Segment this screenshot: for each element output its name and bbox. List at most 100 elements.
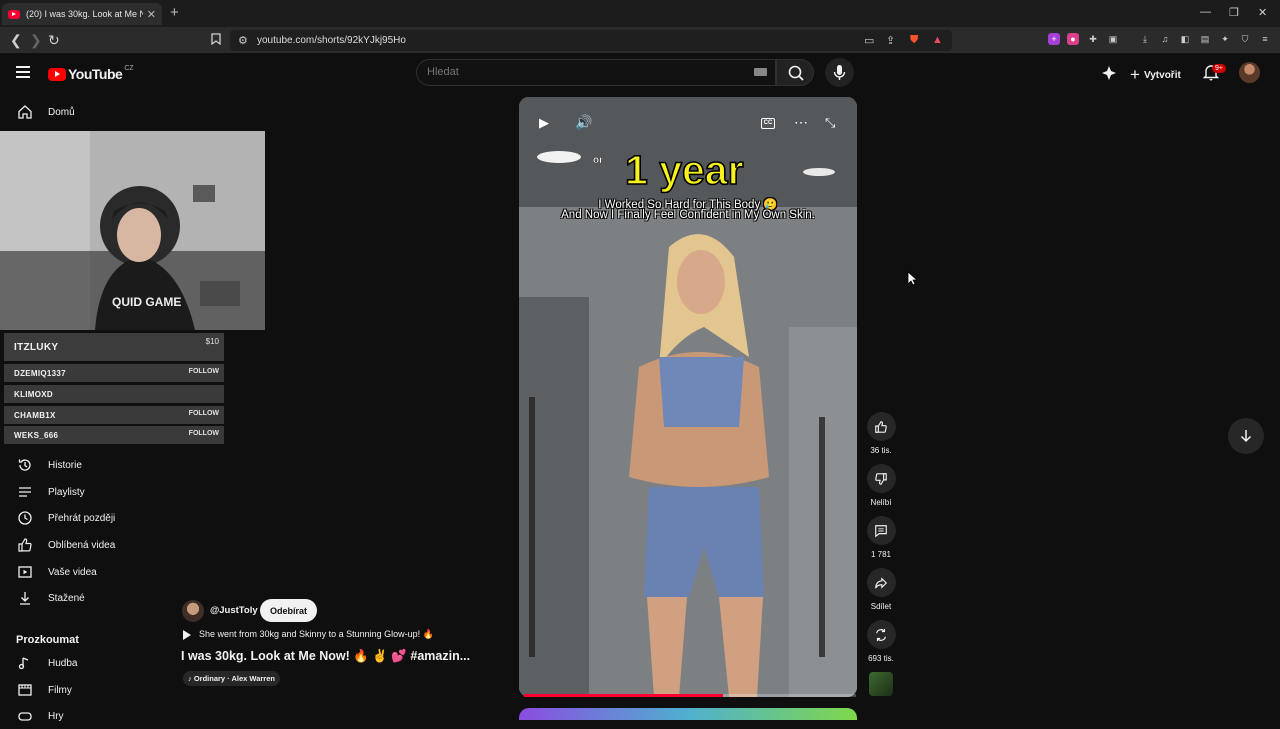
share-action[interactable]: Sdílet [866,568,896,611]
cast-icon[interactable]: ▭ [864,34,874,47]
video-description[interactable]: She went from 30kg and Skinny to a Stunn… [183,629,434,640]
browser-menu-icon[interactable]: ≡ [1259,33,1271,45]
video-title[interactable]: I was 30kg. Look at Me Now! 🔥 ✌️ 💕 #amaz… [181,649,470,664]
media-icon[interactable]: ♫ [1159,33,1171,45]
donor-name: ITZLUKY [14,342,59,353]
channel-avatar[interactable] [182,600,204,622]
mouse-cursor-icon [907,271,917,286]
video-progress-bar[interactable] [524,694,856,697]
microphone-icon [833,65,846,80]
sidebar-item-your-videos[interactable]: Vaše videa [0,559,170,585]
comments-button[interactable] [866,516,896,545]
sparkle-icon[interactable] [1101,65,1117,81]
comments-action[interactable]: 1 781 [866,516,896,559]
account-avatar[interactable] [1239,62,1260,83]
remix-action[interactable]: 693 tis. [866,620,896,663]
video-icon [17,564,33,580]
play-triangle-icon [183,629,191,640]
sidebar-item-playlists[interactable]: Playlisty [0,479,170,505]
downloads-icon[interactable]: ⤓ [1139,33,1151,45]
youtube-logo[interactable]: YouTube CZ [48,65,134,82]
next-short-preview[interactable] [519,708,857,720]
extension-icon[interactable]: ● [1067,33,1079,45]
like-button[interactable] [866,412,896,441]
sidebar-item-history[interactable]: Historie [0,452,170,478]
sidebar-item-downloads[interactable]: Stažené [0,585,170,611]
close-window-icon[interactable]: ✕ [1258,6,1267,19]
sidebar-item-gaming[interactable]: Hry [0,703,170,729]
follower-name: WEKS_666 [14,431,59,440]
shorts-video-player[interactable]: or 1 year I Worked So Hard for This Body… [519,97,857,697]
leo-ai-icon[interactable]: ✦ [1219,33,1231,45]
browser-tab-bar: (20) I was 30kg. Look at Me Now! #amazin… [0,0,1280,27]
arrow-down-icon [1240,430,1252,443]
browser-tab[interactable]: (20) I was 30kg. Look at Me Now! #amazin… [2,3,162,25]
wallet-icon[interactable]: ▤ [1199,33,1211,45]
music-icon [17,655,33,671]
follower-name: CHAMB1X [14,411,56,420]
sidebar-item-home[interactable]: Domů [0,99,170,125]
top-donor-row: ITZLUKY $10 [4,333,224,361]
sidebar-toggle-icon[interactable]: ◧ [1179,33,1191,45]
music-chip[interactable]: ♪ Ordinary · Alex Warren [183,671,280,686]
overlay-title-text: 1 year [624,146,744,194]
tab-search-icon[interactable]: ▣ [1107,33,1119,45]
share-button[interactable] [866,568,896,597]
restore-icon[interactable]: ❐ [1229,6,1239,19]
play-icon[interactable]: ▶ [539,115,549,131]
sidebar-item-watch-later[interactable]: Přehrát později [0,505,170,531]
like-action[interactable]: 36 tis. [866,412,896,455]
extension-icon[interactable]: + [1048,33,1060,45]
follower-row: CHAMB1X FOLLOW [4,406,224,424]
vpn-icon[interactable]: ⛉ [1239,33,1251,45]
keyboard-icon[interactable] [754,68,767,76]
dislike-button[interactable] [866,464,896,493]
dislike-action[interactable]: Nelíbí [866,464,896,507]
sidebar-item-movies[interactable]: Filmy [0,677,170,703]
search-button[interactable] [776,59,814,86]
download-icon [17,590,33,606]
follower-row: DZEMIQ1337 FOLLOW [4,364,224,382]
follow-label: FOLLOW [188,410,219,417]
site-info-icon[interactable]: ⚙ [238,34,248,47]
follower-row: KLIMOXD [4,385,224,403]
brave-rewards-icon[interactable]: ▲ [932,34,943,46]
overlay-small-text: or [593,155,603,166]
fullscreen-icon[interactable]: ⤡ [825,115,835,131]
brave-shield-icon[interactable]: ⛊ [910,34,918,47]
voice-search-button[interactable] [825,58,854,87]
forward-icon[interactable]: ❯ [30,32,42,49]
progress-fill [524,694,724,697]
sound-thumbnail[interactable] [869,672,893,696]
hoodie-print: QUID GAME [112,295,182,309]
address-bar[interactable]: ⚙ youtube.com/shorts/92kYJkj95Ho ▭ ⇪ ⛊ ▲ [230,30,952,51]
reload-icon[interactable]: ↻ [48,32,60,49]
extensions-puzzle-icon[interactable]: ✚ [1087,33,1099,45]
back-icon[interactable]: ❮ [10,32,22,49]
share-page-icon[interactable]: ⇪ [886,34,895,47]
sidebar-item-music[interactable]: Hudba [0,650,170,676]
new-tab-icon[interactable]: + [170,4,179,21]
sidebar-item-liked-videos[interactable]: Oblíbená videa [0,532,170,558]
follow-label: FOLLOW [188,430,219,437]
youtube-play-icon [48,67,66,81]
search-icon [788,65,804,81]
browser-toolbar: ❮ ❯ ↻ ⚙ youtube.com/shorts/92kYJkj95Ho ▭… [0,27,1280,54]
remix-button[interactable] [866,620,896,649]
youtube-favicon-icon [8,9,20,19]
minimize-icon[interactable]: — [1200,6,1211,18]
search-input[interactable] [427,66,727,78]
search-box[interactable] [416,59,776,86]
subscribe-button[interactable]: Odebírat [260,599,317,622]
create-button[interactable]: + Vytvořit [1130,65,1181,85]
guide-menu-icon[interactable] [16,66,30,81]
bookmark-icon[interactable] [211,32,221,48]
follower-row: WEKS_666 FOLLOW [4,426,224,444]
close-tab-icon[interactable]: ✕ [147,8,156,21]
volume-icon[interactable]: 🔊 [575,114,592,131]
more-options-icon[interactable]: ⋯ [794,114,808,131]
follow-label: FOLLOW [188,368,219,375]
next-video-button[interactable] [1228,418,1264,454]
channel-name[interactable]: @JustToly [210,605,258,616]
captions-icon[interactable]: CC [761,118,775,129]
